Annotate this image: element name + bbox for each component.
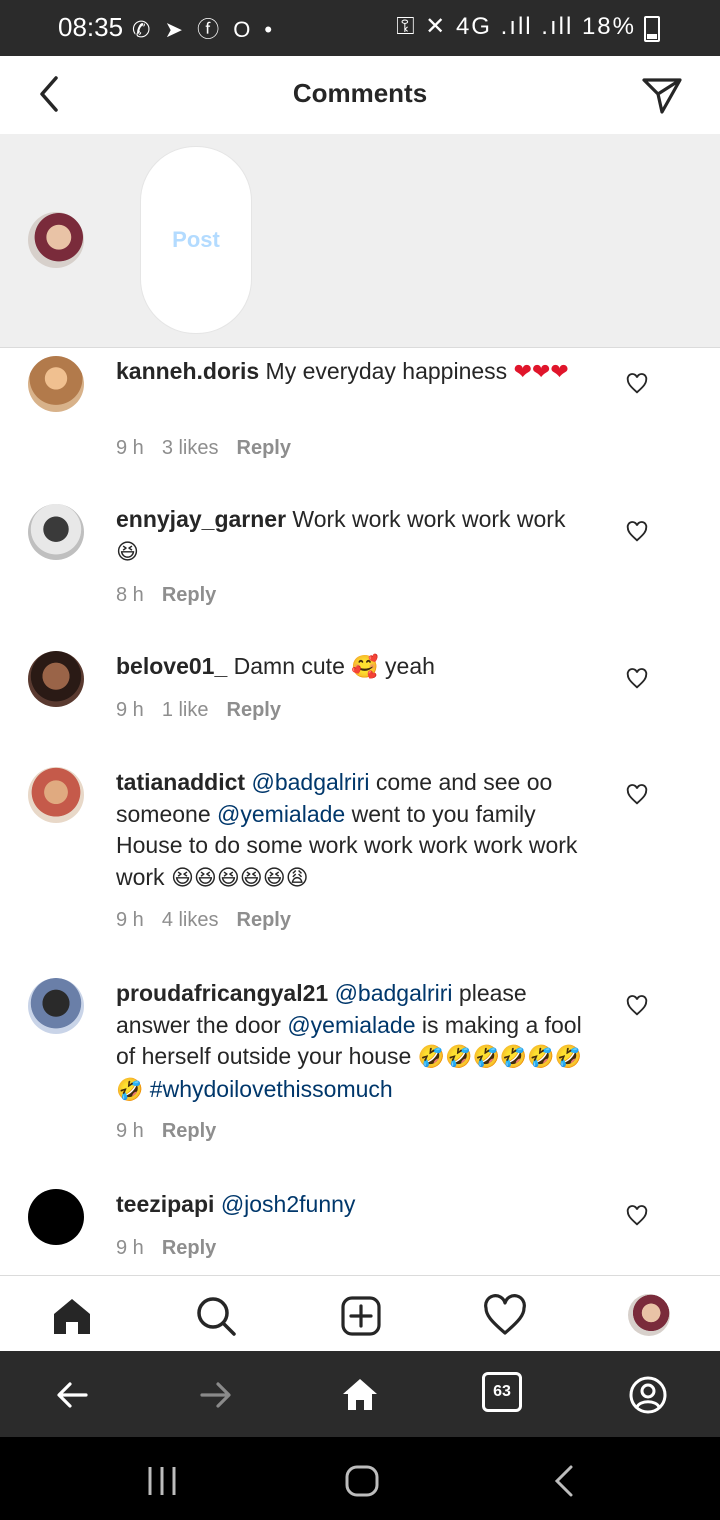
like-heart-icon[interactable]	[626, 373, 648, 395]
like-heart-icon[interactable]	[626, 1205, 648, 1227]
battery-icon	[644, 16, 660, 42]
comment-body-text: Damn cute	[227, 653, 352, 679]
comment-time: 9 h	[116, 437, 144, 459]
like-heart-icon[interactable]	[626, 995, 648, 1017]
comments-list[interactable]: kanneh.doris My everyday happiness ❤❤❤ 9…	[0, 348, 720, 1274]
comment-body-text: Work work work work work	[286, 506, 566, 532]
comment-time: 9 h	[116, 699, 144, 721]
comment-likes[interactable]: 1 like	[162, 699, 209, 721]
system-navigation-bar	[0, 1437, 720, 1520]
comment-username[interactable]: ennyjay_garner	[116, 506, 286, 532]
mention-link[interactable]: @yemialade	[217, 801, 345, 827]
comment-body-text: yeah	[378, 653, 435, 679]
back-icon[interactable]	[545, 1461, 585, 1501]
comment-text: tatianaddict @badgalriri come and see oo…	[116, 767, 594, 894]
tabs-icon[interactable]: 63	[482, 1372, 522, 1412]
comment-body-text: My everyday happiness	[259, 358, 514, 384]
status-right-indicators: ⚿ ✕ 4G .ıll .ıll 18%	[396, 13, 636, 40]
search-icon[interactable]	[194, 1294, 238, 1338]
status-app-icons: ✆ ➤ ⓕ O •	[132, 17, 277, 42]
comment-meta: 9 h 3 likes Reply	[116, 437, 309, 460]
recents-icon[interactable]	[142, 1461, 182, 1501]
like-heart-icon[interactable]	[626, 668, 648, 690]
browser-toolbar: 63	[0, 1351, 720, 1437]
comment-time: 8 h	[116, 584, 144, 606]
comment-username[interactable]: proudafricangyal21	[116, 980, 328, 1006]
comment-username[interactable]: kanneh.doris	[116, 358, 259, 384]
comment-text: kanneh.doris My everyday happiness ❤❤❤	[116, 356, 594, 389]
mention-link[interactable]: #whydoilovethissomuch	[150, 1076, 393, 1102]
reply-button[interactable]: Reply	[237, 437, 291, 459]
commenter-avatar[interactable]	[28, 504, 84, 560]
post-button[interactable]: Post	[140, 146, 252, 334]
bottom-tab-bar	[0, 1275, 720, 1352]
status-time: 08:35	[58, 12, 124, 42]
comment-meta: 9 h Reply	[116, 1120, 234, 1143]
comment-text: ennyjay_garner Work work work work work …	[116, 504, 594, 568]
comments-header: Comments	[0, 56, 720, 135]
comment-username[interactable]: tatianaddict	[116, 769, 245, 795]
forward-icon[interactable]	[194, 1373, 238, 1417]
comment-time: 9 h	[116, 1237, 144, 1259]
comment-text: teezipapi @josh2funny	[116, 1189, 594, 1221]
like-heart-icon[interactable]	[626, 784, 648, 806]
comment-meta: 9 h Reply	[116, 1237, 234, 1260]
new-post-icon[interactable]	[339, 1294, 383, 1338]
emoji: 🥰	[351, 655, 379, 680]
profile-avatar[interactable]	[628, 1294, 670, 1336]
comment-likes[interactable]: 3 likes	[162, 437, 219, 459]
like-heart-icon[interactable]	[626, 521, 648, 543]
page-title: Comments	[292, 78, 428, 108]
activity-heart-icon[interactable]	[483, 1294, 527, 1338]
comment-time: 9 h	[116, 909, 144, 931]
emoji: 😆	[116, 539, 139, 565]
comment-username[interactable]: teezipapi	[116, 1191, 214, 1217]
comment-text: belove01_ Damn cute 🥰 yeah	[116, 651, 594, 684]
mention-link[interactable]: @yemialade	[287, 1012, 415, 1038]
comment-username[interactable]: belove01_	[116, 653, 227, 679]
mention-link[interactable]: @josh2funny	[221, 1191, 356, 1217]
mention-link[interactable]: @badgalriri	[251, 769, 369, 795]
emoji: 😆😆😆😆😆😩	[170, 865, 309, 891]
reply-button[interactable]: Reply	[237, 909, 291, 931]
back-icon[interactable]	[50, 1373, 94, 1417]
commenter-avatar[interactable]	[28, 978, 84, 1034]
home-icon[interactable]	[338, 1373, 382, 1417]
commenter-avatar[interactable]	[28, 651, 84, 707]
account-icon[interactable]	[626, 1373, 670, 1417]
commenter-avatar[interactable]	[28, 1189, 84, 1245]
commenter-avatar[interactable]	[28, 356, 84, 412]
mention-link[interactable]: @badgalriri	[335, 980, 453, 1006]
comment-time: 9 h	[116, 1120, 144, 1142]
reply-button[interactable]: Reply	[162, 584, 216, 606]
status-bar: 08:35 ✆ ➤ ⓕ O • ⚿ ✕ 4G .ıll .ıll 18%	[0, 0, 720, 56]
comment-meta: 9 h 1 like Reply	[116, 699, 299, 722]
comment-meta: 8 h Reply	[116, 584, 234, 607]
comment-text: proudafricangyal21 @badgalriri please an…	[116, 978, 594, 1106]
commenter-avatar[interactable]	[28, 767, 84, 823]
emoji: ❤❤❤	[513, 360, 569, 385]
comment-likes[interactable]: 4 likes	[162, 909, 219, 931]
direct-send-icon[interactable]	[640, 74, 684, 118]
comment-meta: 9 h 4 likes Reply	[116, 909, 309, 932]
reply-button[interactable]: Reply	[162, 1120, 216, 1142]
comment-composer: Post	[0, 134, 720, 348]
reply-button[interactable]: Reply	[162, 1237, 216, 1259]
reply-button[interactable]: Reply	[227, 699, 281, 721]
current-user-avatar	[28, 212, 84, 268]
home-icon[interactable]	[50, 1294, 94, 1338]
home-icon[interactable]	[342, 1461, 382, 1501]
